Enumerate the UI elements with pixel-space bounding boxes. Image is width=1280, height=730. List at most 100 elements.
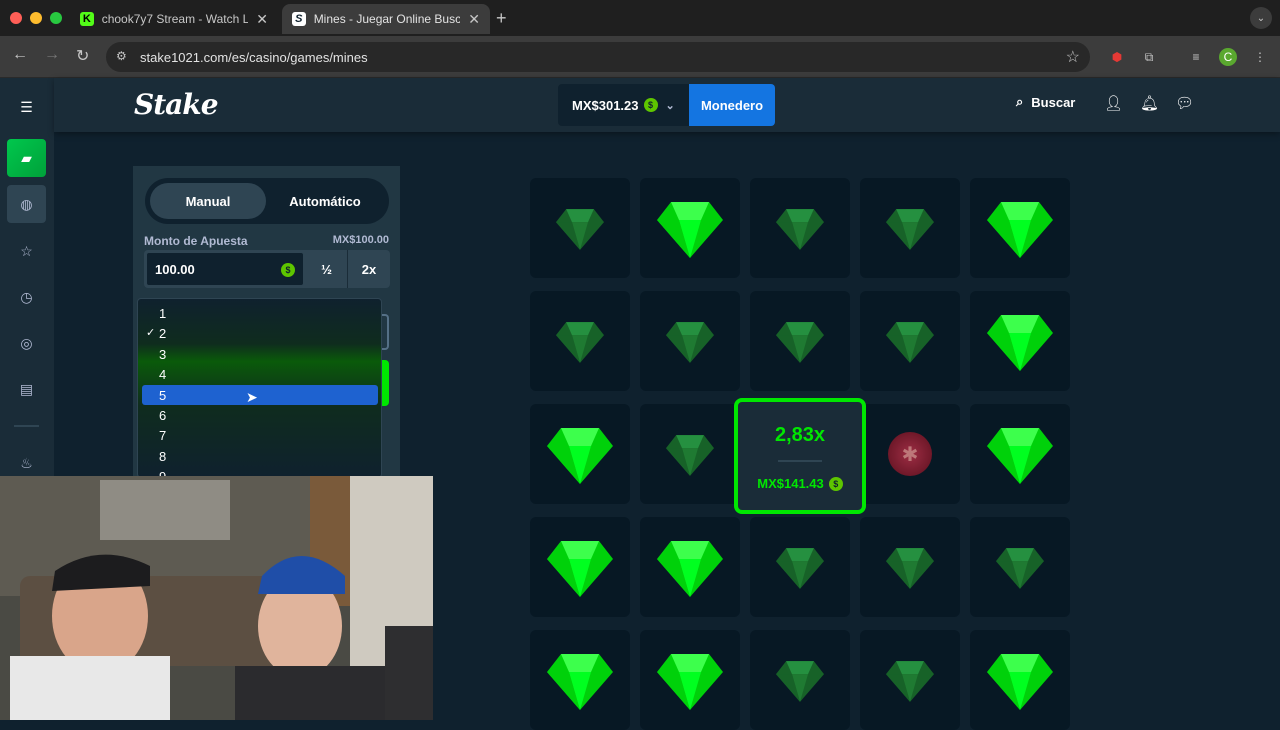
dropdown-option[interactable]: ✓ 2 xyxy=(142,323,378,343)
user-profile-icon[interactable]: 👤︎ xyxy=(1104,94,1123,112)
gem-tile-revealed[interactable] xyxy=(640,630,740,730)
gem-icon xyxy=(776,545,824,589)
gem-tile-dim[interactable] xyxy=(750,630,850,730)
extensions-puzzle-icon[interactable]: ⧉ xyxy=(1140,48,1158,66)
tab-title: Mines - Juegar Online Buscaminas xyxy=(313,12,461,26)
menu-icon[interactable]: ☰ xyxy=(7,88,46,126)
gem-icon xyxy=(666,319,714,363)
dropdown-option[interactable]: 1 xyxy=(142,303,378,323)
bet-amount-value: 100.00 xyxy=(155,261,195,277)
gem-tile-revealed[interactable] xyxy=(640,178,740,278)
gem-tile-revealed[interactable] xyxy=(970,178,1070,278)
balance-selector[interactable]: MX$301.23 $ ⌄ xyxy=(558,84,689,126)
gem-icon xyxy=(776,658,824,702)
gem-tile-dim[interactable] xyxy=(750,517,850,617)
forward-icon[interactable]: → xyxy=(44,46,60,64)
new-tab-icon[interactable]: + xyxy=(496,8,507,29)
gem-icon xyxy=(987,198,1053,258)
profile-avatar[interactable]: C xyxy=(1219,48,1237,66)
wallet-button[interactable]: Monedero xyxy=(689,84,775,126)
gem-tile-dim[interactable] xyxy=(750,291,850,391)
favorites-star-icon[interactable]: ☆ xyxy=(7,232,46,270)
mine-tile[interactable]: ✱ xyxy=(860,404,960,504)
gem-icon xyxy=(886,658,934,702)
dropdown-option[interactable]: 6 xyxy=(142,405,378,425)
gem-tile-dim[interactable] xyxy=(750,178,850,278)
gem-tile-dim[interactable] xyxy=(860,517,960,617)
gem-tile-revealed[interactable] xyxy=(530,517,630,617)
gem-icon xyxy=(987,311,1053,371)
stake-logo[interactable]: Stake xyxy=(134,88,219,121)
currency-coin-icon: $ xyxy=(643,98,658,112)
site-header: Stake MX$301.23 $ ⌄ Monedero ⌕ Buscar 👤︎… xyxy=(54,78,1280,132)
gem-icon xyxy=(886,319,934,363)
browser-menu-icon[interactable]: ⋮ xyxy=(1251,48,1269,66)
maximize-window-button[interactable] xyxy=(50,12,62,24)
gem-icon xyxy=(657,198,723,258)
gem-tile-dim[interactable] xyxy=(640,291,740,391)
search-icon: ⌕ xyxy=(1016,94,1024,109)
tab-search-icon[interactable]: ⌄ xyxy=(1250,7,1272,29)
balance-amount: MX$301.23 xyxy=(572,97,639,113)
bookmark-star-icon[interactable]: ☆ xyxy=(1066,47,1080,67)
gem-icon xyxy=(987,650,1053,710)
close-tab-icon[interactable]: ✕ xyxy=(468,11,480,28)
extension-shield-icon[interactable]: ⬢ xyxy=(1108,48,1126,66)
reading-list-icon[interactable]: ≡ xyxy=(1187,48,1205,66)
close-tab-icon[interactable]: ✕ xyxy=(256,11,268,28)
dropdown-option[interactable]: 8 xyxy=(142,446,378,466)
gem-tile-dim[interactable] xyxy=(860,178,960,278)
gem-tile-dim[interactable] xyxy=(970,517,1070,617)
recent-history-icon[interactable]: ◷ xyxy=(7,278,46,316)
notifications-bell-icon[interactable]: 🔔︎ xyxy=(1140,94,1159,112)
reload-icon[interactable]: ↻ xyxy=(76,46,89,66)
sidebar-divider xyxy=(14,425,39,427)
gem-tile-dim[interactable] xyxy=(860,630,960,730)
half-bet-button[interactable]: ½ xyxy=(306,250,348,288)
minimize-window-button[interactable] xyxy=(30,12,42,24)
browser-tab-bar: K chook7y7 Stream - Watch Live ✕ S Mines… xyxy=(0,0,1280,36)
stake-favicon-icon: S xyxy=(292,12,306,26)
mine-bomb-icon: ✱ xyxy=(888,432,932,476)
gem-tile-revealed[interactable] xyxy=(530,630,630,730)
back-icon[interactable]: ← xyxy=(12,46,28,64)
dropdown-option[interactable]: 7 xyxy=(142,425,378,445)
gem-tile-revealed[interactable] xyxy=(970,630,1070,730)
search-label: Buscar xyxy=(1031,94,1076,110)
gem-tile-revealed[interactable] xyxy=(970,291,1070,391)
search-button[interactable]: ⌕ Buscar xyxy=(1016,94,1075,110)
bet-button[interactable] xyxy=(381,360,389,406)
gem-tile-revealed[interactable] xyxy=(640,517,740,617)
gem-tile-dim[interactable] xyxy=(860,291,960,391)
checkmark-icon: ✓ xyxy=(146,327,156,339)
casino-cards-icon[interactable]: ▰ xyxy=(7,139,46,177)
gem-tile-dim[interactable] xyxy=(640,404,740,504)
tab-manual[interactable]: Manual xyxy=(150,183,266,219)
mouse-cursor-icon: ➤ xyxy=(246,389,258,405)
gem-tile-dim[interactable] xyxy=(530,178,630,278)
bet-amount-input[interactable]: 100.00 $ xyxy=(146,252,304,286)
my-bets-icon[interactable]: ▤ xyxy=(7,370,46,408)
gem-tile-revealed[interactable] xyxy=(530,404,630,504)
chat-icon[interactable]: 💬︎ xyxy=(1175,94,1194,112)
gem-icon xyxy=(556,206,604,250)
browser-tab-kick[interactable]: K chook7y7 Stream - Watch Live ✕ xyxy=(70,4,278,34)
gem-tile-dim[interactable] xyxy=(530,291,630,391)
double-bet-button[interactable]: 2x xyxy=(348,250,390,288)
gem-tile-revealed[interactable] xyxy=(970,404,1070,504)
close-window-button[interactable] xyxy=(10,12,22,24)
cashout-divider xyxy=(778,460,822,462)
address-bar[interactable]: ⚙ stake1021.com/es/casino/games/mines ☆ xyxy=(106,42,1090,72)
browser-tab-mines[interactable]: S Mines - Juegar Online Buscaminas ✕ xyxy=(282,4,490,34)
challenges-target-icon[interactable]: ◎ xyxy=(7,324,46,362)
dropdown-option-highlighted[interactable]: 5 ➤ xyxy=(142,385,378,405)
sports-ball-icon[interactable]: ◍ xyxy=(7,185,46,223)
dropdown-option[interactable]: 4 xyxy=(142,364,378,384)
dropdown-option[interactable]: 3 xyxy=(142,344,378,364)
site-settings-icon[interactable]: ⚙ xyxy=(116,49,132,65)
gem-icon xyxy=(886,206,934,250)
gem-icon xyxy=(776,319,824,363)
gem-icon xyxy=(666,432,714,476)
tab-automatic[interactable]: Automático xyxy=(267,183,383,219)
currency-coin-icon: $ xyxy=(281,263,295,277)
